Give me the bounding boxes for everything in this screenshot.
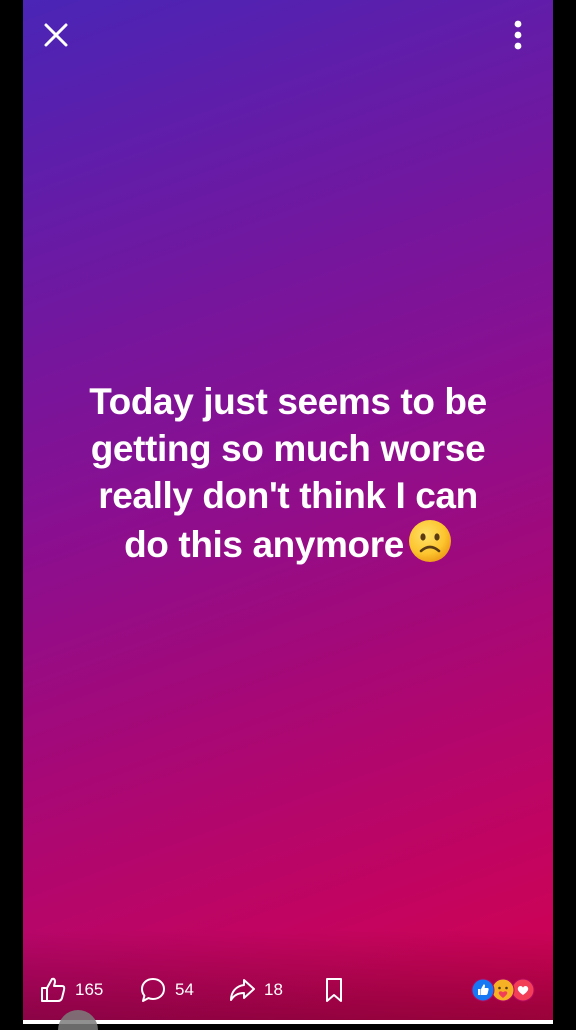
share-count: 18 — [264, 980, 283, 999]
like-button[interactable]: 165 — [39, 976, 103, 1004]
thumbs-up-icon — [41, 977, 66, 1002]
close-icon — [44, 23, 68, 47]
love-reaction-icon — [511, 978, 535, 1002]
story-top-bar — [23, 0, 553, 70]
reactions-summary[interactable] — [471, 978, 535, 1002]
more-vertical-icon — [514, 20, 522, 50]
story-text-line-last: do this anymore — [53, 519, 523, 568]
share-button[interactable]: 18 — [228, 976, 283, 1004]
bookmark-icon — [326, 978, 342, 1002]
story-text-line: really don't think I can — [98, 475, 478, 516]
story-text-line: Today just seems to be — [89, 381, 487, 422]
share-icon — [230, 979, 255, 1001]
like-count: 165 — [75, 980, 104, 999]
story-viewer: Today just seems to be getting so much w… — [23, 0, 553, 1020]
story-action-bar: 165 54 18 — [23, 968, 553, 1012]
frowning-face-emoji-icon — [408, 520, 451, 562]
like-reaction-icon — [471, 978, 495, 1002]
story-text: Today just seems to be getting so much w… — [53, 378, 523, 568]
bottom-divider — [23, 1020, 553, 1024]
comment-icon — [141, 978, 165, 1002]
story-text-line: do this anymore — [124, 524, 404, 565]
reaction-icons — [471, 978, 535, 1002]
comment-button[interactable]: 54 — [139, 976, 194, 1004]
more-options-button[interactable] — [503, 18, 533, 52]
close-button[interactable] — [41, 20, 71, 50]
care-reaction-icon — [491, 978, 515, 1002]
comment-count: 54 — [175, 980, 194, 999]
story-text-line: getting so much worse — [90, 428, 486, 469]
save-button[interactable] — [321, 976, 347, 1004]
